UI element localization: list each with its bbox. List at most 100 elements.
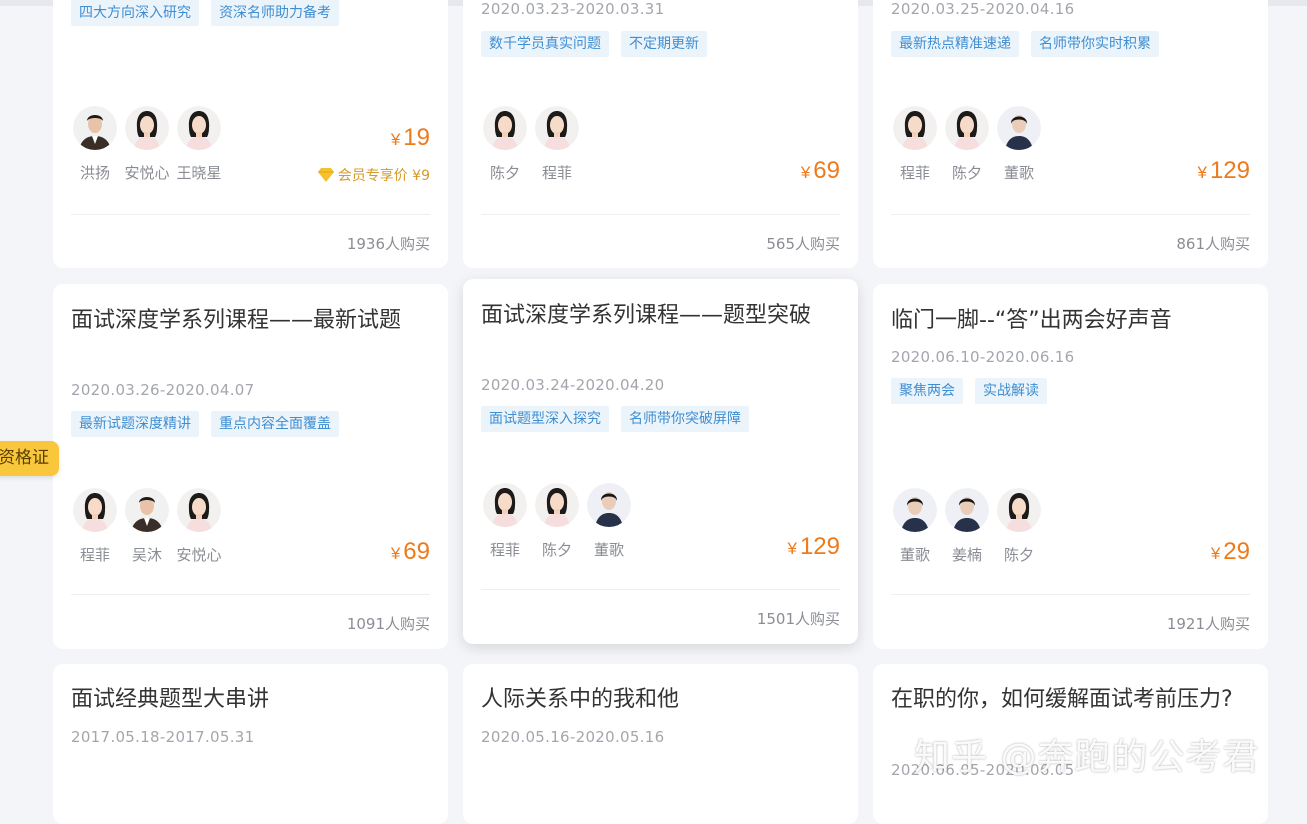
course-tag: 重点内容全面覆盖: [211, 411, 339, 437]
course-title[interactable]: 面试经典题型大串讲: [71, 683, 426, 716]
price: ¥69: [800, 157, 840, 184]
teacher[interactable]: 程菲: [891, 106, 939, 183]
teacher[interactable]: 董歌: [995, 106, 1043, 183]
course-card[interactable]: 2020.03.23-2020.03.31 数千学员真实问题 不定期更新 陈夕 …: [463, 0, 858, 268]
course-date: 2020.03.24-2020.04.20: [481, 376, 665, 394]
course-tag: 名师带你实时积累: [1031, 31, 1159, 57]
course-date: 2020.05.16-2020.05.16: [481, 728, 665, 746]
avatar: [945, 488, 989, 532]
teacher-name: 陈夕: [1003, 546, 1034, 564]
divider: [891, 214, 1250, 215]
course-card[interactable]: 四大方向深入研究 资深名师助力备考 洪扬 安悦心 王晓星 ¥19 会员专享价 ¥…: [53, 0, 448, 268]
teacher-name: 董歌: [899, 546, 930, 564]
course-tag: 最新热点精准速递: [891, 31, 1019, 57]
course-tag: 数千学员真实问题: [481, 31, 609, 57]
tag-list: 四大方向深入研究 资深名师助力备考: [71, 0, 339, 26]
teacher-list: 洪扬 安悦心 王晓星: [71, 106, 223, 183]
course-tag: 不定期更新: [621, 31, 707, 57]
diamond-icon: [317, 168, 334, 182]
avatar: [73, 488, 117, 532]
buyer-count: 565人购买: [766, 235, 840, 253]
course-title[interactable]: 在职的你，如何缓解面试考前压力?: [891, 683, 1246, 716]
teacher-list: 程菲 陈夕 董歌: [481, 483, 633, 560]
teacher-name: 陈夕: [541, 541, 572, 559]
course-date: 2020.06.10-2020.06.16: [891, 348, 1075, 366]
teacher[interactable]: 陈夕: [943, 106, 991, 183]
tag-list: 聚焦两会 实战解读: [891, 378, 1047, 404]
watermark: 知乎 @奔跑的公考君: [914, 737, 1260, 778]
course-tag: 最新试题深度精讲: [71, 411, 199, 437]
teacher[interactable]: 董歌: [891, 488, 939, 565]
divider: [481, 589, 840, 590]
course-tag: 名师带你突破屏障: [621, 406, 749, 432]
price: ¥129: [1197, 157, 1250, 184]
teacher[interactable]: 姜楠: [943, 488, 991, 565]
teacher[interactable]: 程菲: [533, 106, 581, 183]
avatar: [483, 483, 527, 527]
price: ¥19: [390, 124, 430, 151]
course-title[interactable]: 临门一脚--“答”出两会好声音: [891, 304, 1246, 337]
teacher-name: 陈夕: [489, 164, 520, 182]
course-card[interactable]: 面试深度学系列课程——题型突破 2020.03.24-2020.04.20 面试…: [463, 279, 858, 644]
avatar: [177, 488, 221, 532]
teacher[interactable]: 程菲: [71, 488, 119, 565]
avatar: [125, 106, 169, 150]
course-title[interactable]: 人际关系中的我和他: [481, 683, 836, 716]
course-tag: 实战解读: [975, 378, 1047, 404]
avatar: [177, 106, 221, 150]
member-price: 会员专享价 ¥9: [317, 165, 430, 185]
avatar: [535, 483, 579, 527]
teacher[interactable]: 安悦心: [123, 106, 171, 183]
teacher[interactable]: 洪扬: [71, 106, 119, 183]
course-card[interactable]: 人际关系中的我和他 2020.05.16-2020.05.16: [463, 664, 858, 824]
teacher[interactable]: 吴沐: [123, 488, 171, 565]
course-card[interactable]: 面试经典题型大串讲 2017.05.18-2017.05.31: [53, 664, 448, 824]
avatar: [125, 488, 169, 532]
course-tag: 资深名师助力备考: [211, 0, 339, 26]
course-date: 2020.03.26-2020.04.07: [71, 381, 255, 399]
teacher-list: 董歌 姜楠 陈夕: [891, 488, 1043, 565]
teacher-name: 吴沐: [131, 546, 162, 564]
teacher[interactable]: 陈夕: [533, 483, 581, 560]
tag-list: 数千学员真实问题 不定期更新: [481, 31, 707, 57]
avatar: [893, 106, 937, 150]
teacher-name: 王晓星: [176, 164, 222, 182]
teacher[interactable]: 董歌: [585, 483, 633, 560]
teacher-list: 程菲 陈夕 董歌: [891, 106, 1043, 183]
teacher[interactable]: 王晓星: [175, 106, 223, 183]
course-card[interactable]: 临门一脚--“答”出两会好声音 2020.06.10-2020.06.16 聚焦…: [873, 284, 1268, 649]
course-tag: 聚焦两会: [891, 378, 963, 404]
price: ¥129: [787, 533, 840, 560]
teacher-list: 陈夕 程菲: [481, 106, 581, 183]
teacher-name: 程菲: [489, 541, 520, 559]
tag-list: 最新热点精准速递 名师带你实时积累: [891, 31, 1159, 57]
avatar: [997, 488, 1041, 532]
price: ¥69: [390, 538, 430, 565]
buyer-count: 1091人购买: [346, 615, 430, 633]
avatar: [587, 483, 631, 527]
category-side-tab[interactable]: 资格证: [0, 441, 59, 476]
teacher[interactable]: 安悦心: [175, 488, 223, 565]
course-date: 2017.05.18-2017.05.31: [71, 728, 255, 746]
teacher[interactable]: 陈夕: [481, 106, 529, 183]
divider: [71, 214, 430, 215]
buyer-count: 861人购买: [1176, 235, 1250, 253]
avatar: [893, 488, 937, 532]
course-card[interactable]: 面试深度学系列课程——最新试题 2020.03.26-2020.04.07 最新…: [53, 284, 448, 649]
course-card[interactable]: 2020.03.25-2020.04.16 最新热点精准速递 名师带你实时积累 …: [873, 0, 1268, 268]
tag-list: 面试题型深入探究 名师带你突破屏障: [481, 406, 749, 432]
avatar: [483, 106, 527, 150]
teacher[interactable]: 陈夕: [995, 488, 1043, 565]
divider: [481, 214, 840, 215]
avatar: [73, 106, 117, 150]
course-title[interactable]: 面试深度学系列课程——题型突破: [481, 299, 836, 332]
divider: [71, 594, 430, 595]
course-title[interactable]: 面试深度学系列课程——最新试题: [71, 304, 426, 337]
buyer-count: 1936人购买: [346, 235, 430, 253]
course-date: 2020.03.25-2020.04.16: [891, 0, 1075, 18]
teacher-name: 陈夕: [951, 164, 982, 182]
price: ¥29: [1210, 538, 1250, 565]
teacher-name: 程菲: [899, 164, 930, 182]
course-date: 2020.03.23-2020.03.31: [481, 0, 665, 18]
teacher[interactable]: 程菲: [481, 483, 529, 560]
